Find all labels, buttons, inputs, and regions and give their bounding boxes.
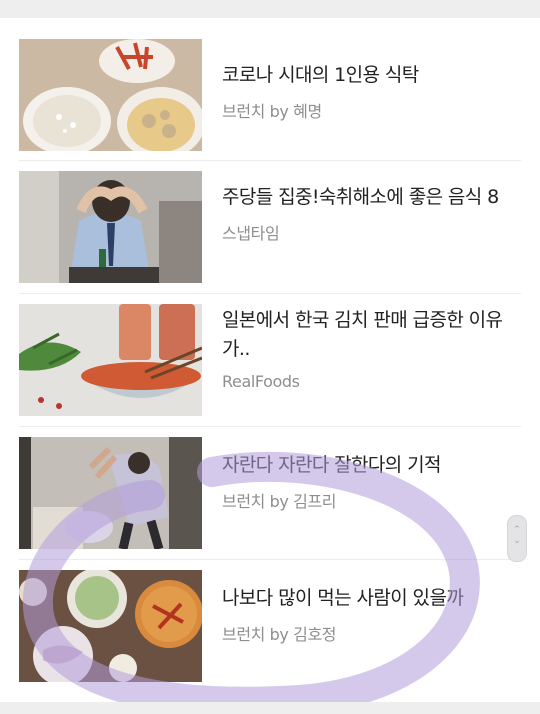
bottom-separator-bar <box>0 702 540 714</box>
article-source: 브런치 by 혜명 <box>222 102 322 121</box>
dinner-table-photo-icon <box>19 570 202 682</box>
article-item[interactable]: 일본에서 한국 김치 판매 급증한 이유가.. RealFoods <box>0 294 540 427</box>
article-title[interactable]: 일본에서 한국 김치 판매 급증한 이유가.. <box>222 306 516 364</box>
article-source: 브런치 by 김프리 <box>222 492 337 511</box>
article-item[interactable]: 코로나 시대의 1인용 식탁 브런치 by 혜명 <box>0 18 540 161</box>
father-child-photo-icon <box>19 437 202 549</box>
chevron-up-icon: ⌃ <box>513 525 521 535</box>
article-title[interactable]: 자란다 자란다 잘한다의 기적 <box>222 451 516 480</box>
article-thumbnail[interactable] <box>19 39 202 151</box>
article-thumbnail[interactable] <box>19 304 202 416</box>
article-thumbnail[interactable] <box>19 171 202 283</box>
scroll-handle[interactable]: ⌃ ⌄ <box>507 515 527 562</box>
article-thumbnail[interactable] <box>19 570 202 682</box>
kimchi-bowl-photo-icon <box>19 304 202 416</box>
article-source: RealFoods <box>222 372 300 391</box>
chevron-down-icon: ⌄ <box>513 536 521 546</box>
top-separator-bar <box>0 0 540 18</box>
article-title[interactable]: 나보다 많이 먹는 사람이 있을까 <box>222 584 516 613</box>
article-source: 스냅타임 <box>222 224 280 243</box>
article-item[interactable]: 주당들 집중!숙취해소에 좋은 음식 8 스냅타임 <box>0 161 540 294</box>
article-item[interactable]: 자란다 자란다 잘한다의 기적 브런치 by 김프리 <box>0 427 540 560</box>
soup-and-rice-photo-icon <box>19 39 202 151</box>
article-list: 코로나 시대의 1인용 식탁 브런치 by 혜명 주당들 집중!숙취해소에 좋은… <box>0 18 540 693</box>
article-title[interactable]: 주당들 집중!숙취해소에 좋은 음식 8 <box>222 183 516 212</box>
article-thumbnail[interactable] <box>19 437 202 549</box>
article-item[interactable]: 나보다 많이 먹는 사람이 있을까 브런치 by 김호정 <box>0 560 540 693</box>
hungover-man-photo-icon <box>19 171 202 283</box>
article-title[interactable]: 코로나 시대의 1인용 식탁 <box>222 61 516 90</box>
article-source: 브런치 by 김호정 <box>222 625 337 644</box>
